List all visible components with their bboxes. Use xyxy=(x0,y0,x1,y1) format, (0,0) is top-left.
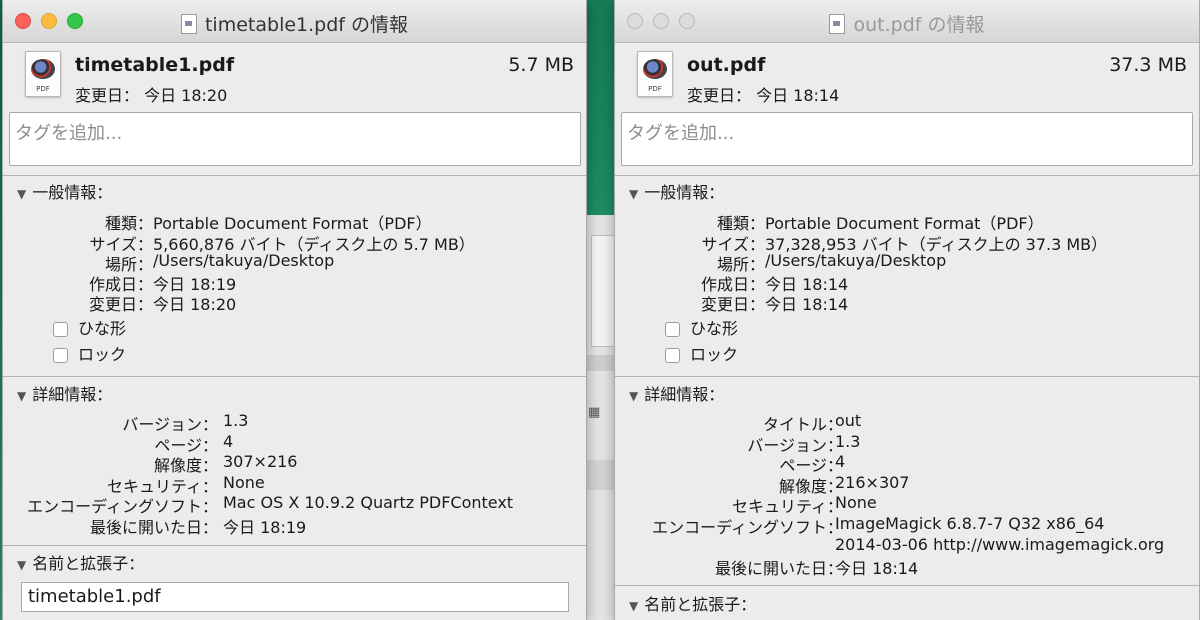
stationery-label: ひな形 xyxy=(690,319,739,338)
tags-input[interactable]: タグを追加... xyxy=(9,112,581,166)
info-value: ImageMagick 6.8.7-7 Q32 x86_64 xyxy=(835,514,1105,533)
disclosure-triangle-icon[interactable]: ▼ xyxy=(629,389,638,403)
info-value: 216×307 xyxy=(835,473,910,492)
info-value: 今日 18:14 xyxy=(835,559,919,578)
info-value: None xyxy=(223,473,265,492)
checkbox-box[interactable] xyxy=(53,322,68,337)
pdf-file-icon[interactable]: PDF xyxy=(25,51,61,97)
window-title: timetable1.pdf の情報 xyxy=(3,10,586,37)
name-extension-header[interactable]: ▼ 名前と拡張子： xyxy=(629,591,756,615)
info-value: /Users/takuya/Desktop xyxy=(153,251,335,270)
divider xyxy=(615,175,1199,176)
info-key: 最後に開いた日： xyxy=(714,559,843,578)
disclosure-triangle-icon[interactable]: ▼ xyxy=(17,187,26,201)
pdf-icon-label: PDF xyxy=(648,85,662,93)
info-value: 今日 18:19 xyxy=(223,518,307,537)
info-window-timetable1: timetable1.pdf の情報 PDF timetable1.pdf 5.… xyxy=(2,0,587,620)
title-bar[interactable]: timetable1.pdf の情報 xyxy=(3,0,586,43)
name-extension-heading: 名前と拡張子： xyxy=(32,554,145,573)
info-window-out: out.pdf の情報 PDF out.pdf 37.3 MB 変更日： 今日 … xyxy=(614,0,1200,620)
window-title: out.pdf の情報 xyxy=(615,10,1199,37)
pdf-document-icon xyxy=(829,14,846,34)
general-info-header[interactable]: ▼ 一般情報： xyxy=(17,179,112,203)
info-value: 1.3 xyxy=(223,411,249,430)
more-info-header[interactable]: ▼ 詳細情報： xyxy=(17,381,112,405)
locked-checkbox[interactable]: ロック xyxy=(53,341,126,365)
checkbox-box[interactable] xyxy=(665,348,680,363)
file-size: 5.7 MB xyxy=(508,54,574,76)
info-value: Mac OS X 10.9.2 Quartz PDFContext xyxy=(223,493,514,512)
stationery-pad-checkbox[interactable]: ひな形 xyxy=(53,315,126,339)
file-name: out.pdf xyxy=(687,54,766,76)
name-extension-header[interactable]: ▼ 名前と拡張子： xyxy=(17,550,144,574)
locked-checkbox[interactable]: ロック xyxy=(665,341,738,365)
disclosure-triangle-icon[interactable]: ▼ xyxy=(629,599,638,613)
name-extension-heading: 名前と拡張子： xyxy=(644,595,757,614)
pdf-document-icon xyxy=(180,14,197,34)
info-value: 4 xyxy=(835,452,846,471)
info-value: out xyxy=(835,411,862,430)
info-key: エンコーディングソフト： xyxy=(652,518,843,537)
info-value: 1.3 xyxy=(835,432,861,451)
divider xyxy=(615,376,1199,377)
modified-date: 変更日： 今日 18:20 xyxy=(75,86,228,105)
tags-input[interactable]: タグを追加... xyxy=(621,112,1193,166)
checkbox-box[interactable] xyxy=(665,322,680,337)
disclosure-triangle-icon[interactable]: ▼ xyxy=(17,558,26,572)
window-title-text: timetable1.pdf の情報 xyxy=(204,14,409,36)
stationery-label: ひな形 xyxy=(78,319,127,338)
general-info-heading: 一般情報： xyxy=(644,183,725,202)
more-info-heading: 詳細情報： xyxy=(32,385,113,404)
file-header: PDF timetable1.pdf 5.7 MB 変更日： 今日 18:20 xyxy=(3,43,586,109)
disclosure-triangle-icon[interactable]: ▼ xyxy=(629,187,638,201)
more-info-heading: 詳細情報： xyxy=(644,385,725,404)
window-title-text: out.pdf の情報 xyxy=(853,14,985,36)
preview-graphic-icon xyxy=(31,59,55,79)
info-value: 今日 18:20 xyxy=(153,295,237,314)
general-info-heading: 一般情報： xyxy=(32,183,113,202)
pdf-icon-label: PDF xyxy=(36,85,50,93)
modified-date: 変更日： 今日 18:14 xyxy=(687,86,840,105)
stationery-pad-checkbox[interactable]: ひな形 xyxy=(665,315,738,339)
pdf-file-icon[interactable]: PDF xyxy=(637,51,673,97)
info-value: 307×216 xyxy=(223,452,298,471)
grid-view-icon: ▦ xyxy=(588,405,601,420)
info-value: 今日 18:14 xyxy=(765,295,849,314)
divider xyxy=(3,175,586,176)
info-key: 最後に開いた日： xyxy=(89,518,218,537)
general-info-header[interactable]: ▼ 一般情報： xyxy=(629,179,724,203)
locked-label: ロック xyxy=(78,345,127,364)
name-extension-input[interactable]: timetable1.pdf xyxy=(21,582,569,612)
file-size: 37.3 MB xyxy=(1109,54,1187,76)
info-key: 変更日： xyxy=(700,295,765,314)
divider xyxy=(615,585,1199,586)
locked-label: ロック xyxy=(690,345,739,364)
file-name: timetable1.pdf xyxy=(75,54,235,76)
preview-graphic-icon xyxy=(643,59,667,79)
checkbox-box[interactable] xyxy=(53,348,68,363)
title-bar[interactable]: out.pdf の情報 xyxy=(615,0,1199,43)
more-info-header[interactable]: ▼ 詳細情報： xyxy=(629,381,724,405)
disclosure-triangle-icon[interactable]: ▼ xyxy=(17,389,26,403)
info-value: None xyxy=(835,493,877,512)
divider xyxy=(3,545,586,546)
file-header: PDF out.pdf 37.3 MB 変更日： 今日 18:14 xyxy=(615,43,1199,109)
info-value: 2014-03-06 http://www.imagemagick.org xyxy=(835,535,1165,554)
info-value: 4 xyxy=(223,432,234,451)
info-key: 変更日： xyxy=(88,295,153,314)
info-value: /Users/takuya/Desktop xyxy=(765,251,947,270)
divider xyxy=(3,376,586,377)
